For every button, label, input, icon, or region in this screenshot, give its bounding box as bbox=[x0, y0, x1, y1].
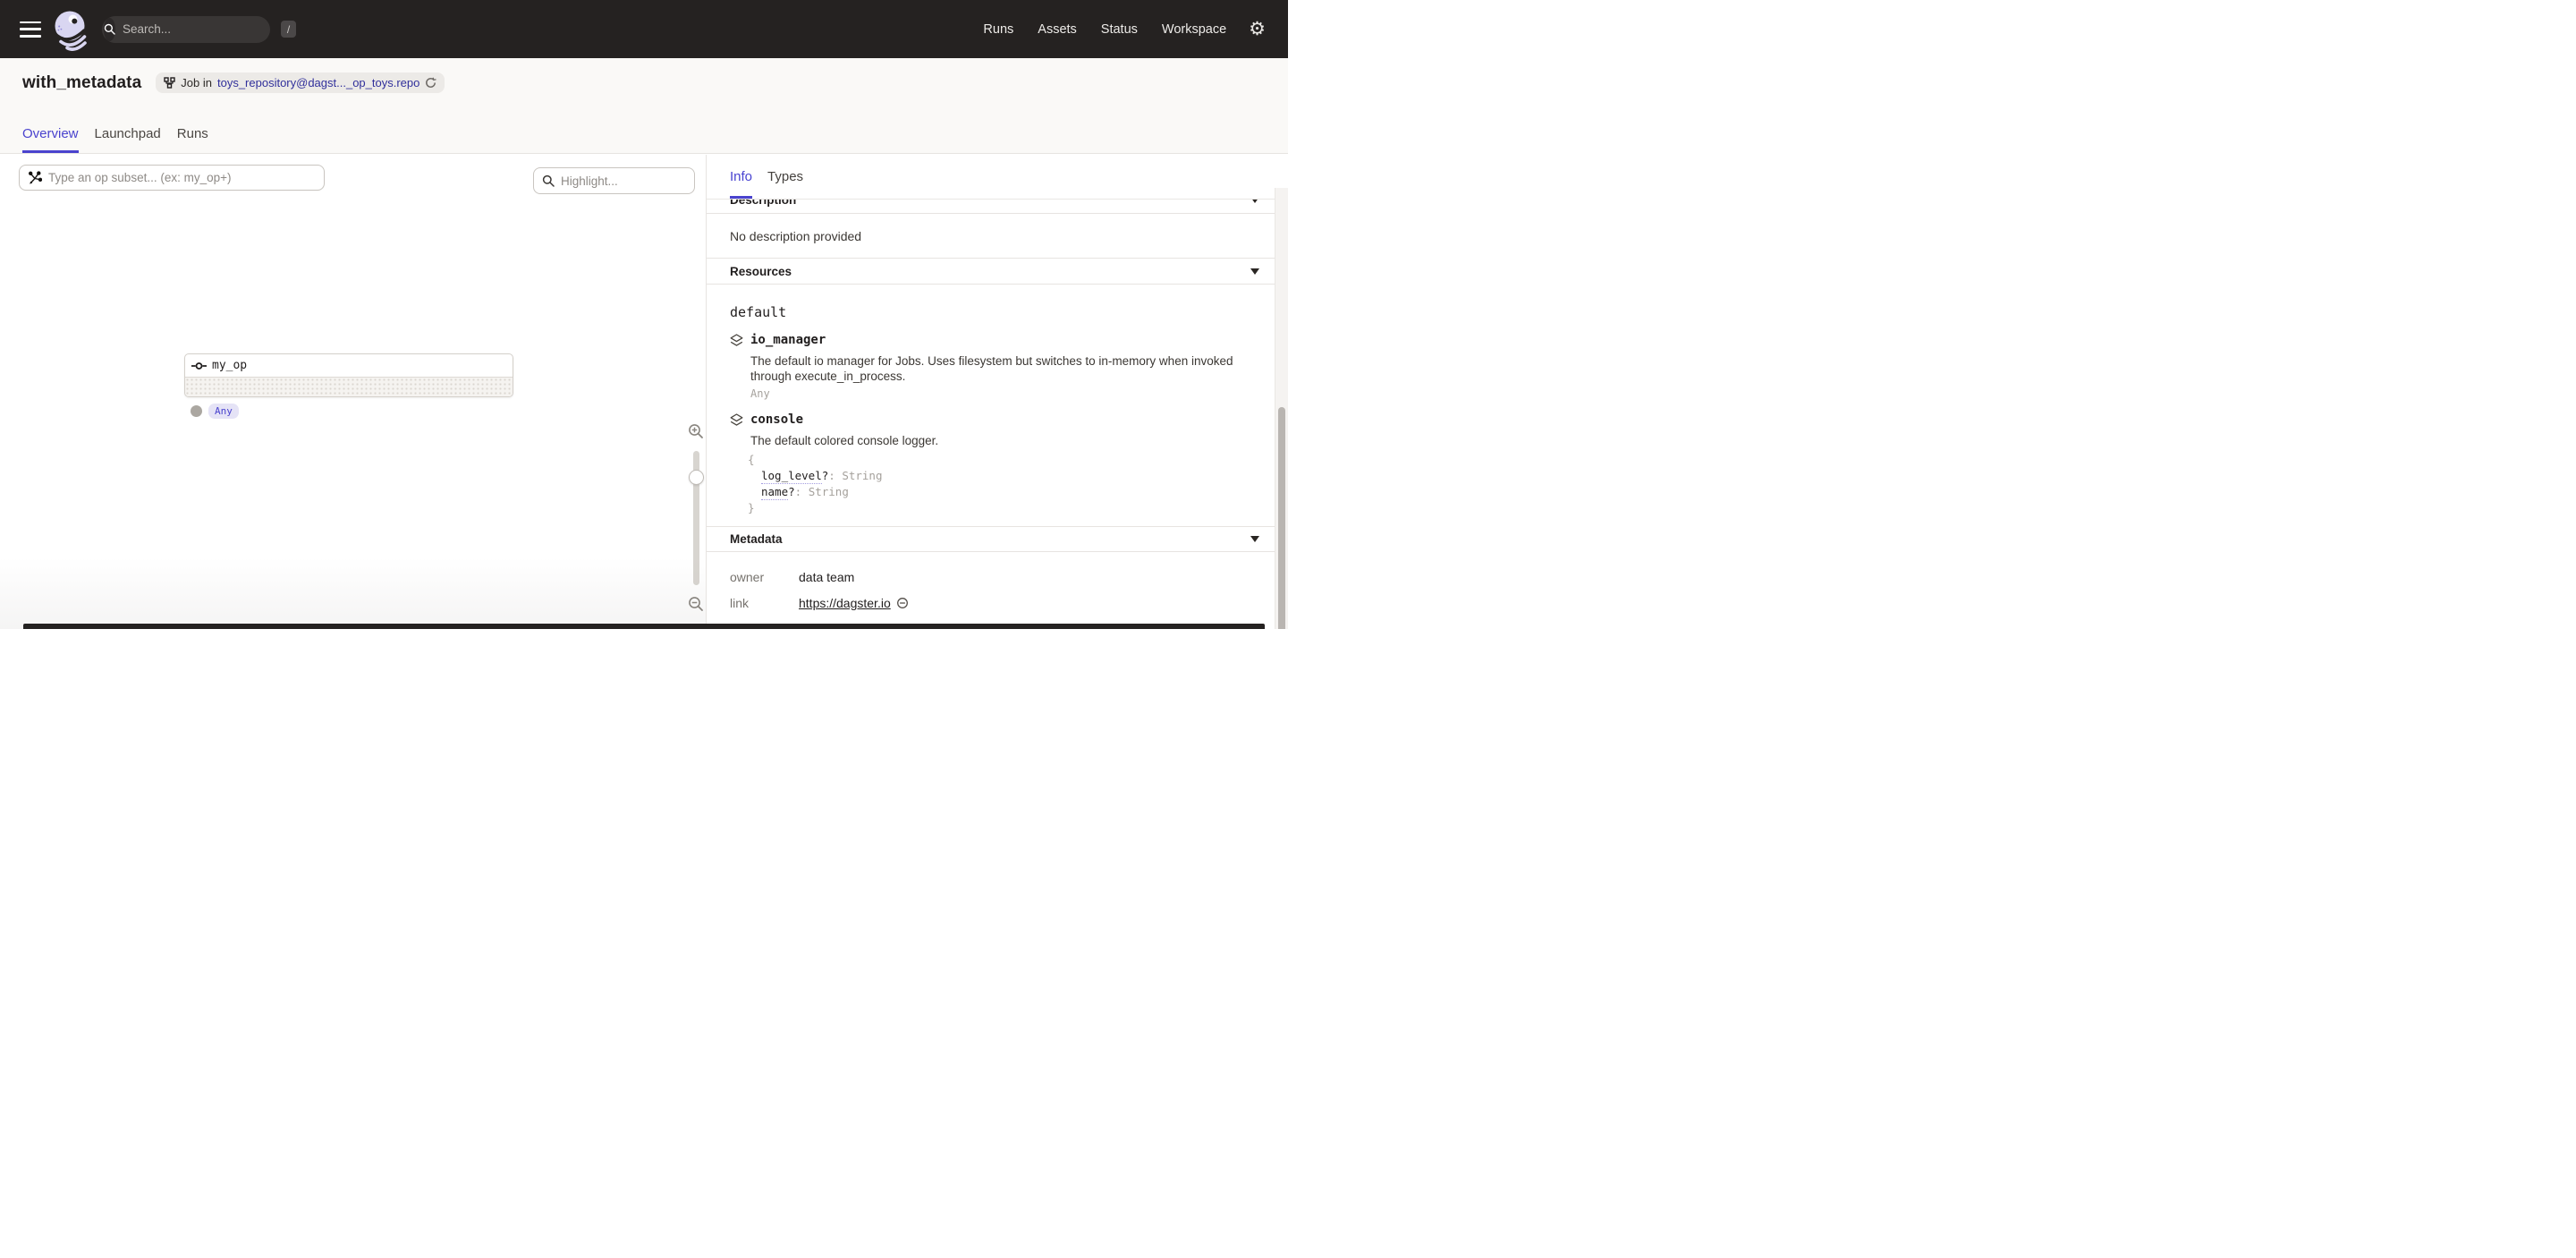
search-shortcut-key: / bbox=[281, 21, 296, 38]
page-title: with_metadata bbox=[22, 73, 141, 93]
config-field: log_level?: String bbox=[748, 468, 1251, 484]
metadata-header-label: Metadata bbox=[730, 532, 783, 546]
resource-item-console: console The default colored console logg… bbox=[730, 412, 1251, 516]
tab-launchpad[interactable]: Launchpad bbox=[95, 114, 161, 153]
description-body: No description provided bbox=[707, 214, 1275, 259]
op-commit-icon bbox=[191, 361, 207, 370]
resource-description: The default io manager for Jobs. Uses fi… bbox=[750, 353, 1251, 384]
job-badge-prefix: Job in bbox=[181, 76, 212, 89]
tab-runs[interactable]: Runs bbox=[177, 114, 208, 153]
nav-links: Runs Assets Status Workspace bbox=[983, 22, 1226, 37]
config-brace-close: } bbox=[748, 500, 1251, 516]
page-header: with_metadata Job in toys_repository@dag… bbox=[0, 58, 1288, 154]
link-chain-icon bbox=[896, 597, 909, 609]
zoom-slider[interactable] bbox=[693, 451, 699, 585]
search-input[interactable] bbox=[123, 22, 281, 36]
repository-link[interactable]: toys_repository@dagst..._op_toys.repo bbox=[217, 76, 419, 89]
section-header-metadata[interactable]: Metadata bbox=[707, 526, 1275, 552]
description-header-label: Description bbox=[730, 200, 796, 207]
op-node-name: my_op bbox=[212, 359, 247, 372]
resource-name: io_manager bbox=[750, 333, 826, 347]
op-selector-icon bbox=[28, 171, 42, 185]
metadata-value: data team bbox=[799, 570, 854, 584]
layers-icon bbox=[730, 413, 743, 427]
resource-group-name: default bbox=[730, 304, 1251, 320]
nav-link-workspace[interactable]: Workspace bbox=[1162, 22, 1226, 37]
tab-types[interactable]: Types bbox=[767, 155, 803, 199]
settings-gear-icon[interactable]: ⚙ bbox=[1249, 20, 1266, 38]
section-header-resources[interactable]: Resources bbox=[707, 259, 1275, 285]
top-navbar: / Runs Assets Status Workspace ⚙ bbox=[0, 0, 1288, 58]
scrollbar-thumb[interactable] bbox=[1278, 407, 1285, 629]
zoom-out-icon[interactable] bbox=[688, 596, 704, 612]
metadata-row-owner: owner data team bbox=[730, 570, 1251, 584]
metadata-link[interactable]: https://dagster.io bbox=[799, 596, 909, 610]
highlight-filter[interactable] bbox=[533, 167, 695, 194]
resources-body: default io_manager The default io bbox=[707, 285, 1275, 526]
highlight-search-icon bbox=[542, 174, 555, 187]
op-graph-panel: my_op Any bbox=[0, 155, 707, 629]
config-key[interactable]: name bbox=[761, 485, 788, 500]
metadata-key: link bbox=[730, 596, 799, 610]
tab-overview[interactable]: Overview bbox=[22, 114, 79, 153]
section-header-description[interactable]: Description bbox=[707, 200, 1275, 214]
chevron-down-icon bbox=[1250, 268, 1259, 275]
resource-config-schema: { log_level?: String name?: String } bbox=[748, 452, 1251, 516]
hamburger-menu-icon[interactable] bbox=[20, 21, 41, 38]
window-bottom-edge bbox=[23, 624, 1265, 629]
config-brace-open: { bbox=[748, 452, 1251, 468]
metadata-row-link: link https://dagster.io bbox=[730, 596, 1251, 610]
graph-zoom-control bbox=[682, 423, 707, 612]
op-node-body bbox=[185, 378, 513, 397]
resource-name: console bbox=[750, 412, 803, 427]
job-info-sidebar: Info Types Description No description pr… bbox=[707, 155, 1288, 629]
sidebar-scrollbar[interactable] bbox=[1275, 188, 1288, 629]
job-location-badge: Job in toys_repository@dagst..._op_toys.… bbox=[156, 72, 445, 93]
sidebar-scroll-area: Description No description provided Reso… bbox=[707, 200, 1275, 629]
reload-repository-icon[interactable] bbox=[425, 77, 436, 89]
layers-icon bbox=[730, 334, 743, 347]
op-node-my-op[interactable]: my_op bbox=[184, 353, 513, 397]
resource-item-io-manager: io_manager The default io manager for Jo… bbox=[730, 333, 1251, 400]
nav-link-assets[interactable]: Assets bbox=[1038, 22, 1077, 37]
job-graph-icon bbox=[164, 77, 175, 89]
tab-info[interactable]: Info bbox=[730, 155, 752, 199]
zoom-slider-handle[interactable] bbox=[689, 470, 704, 485]
metadata-key: owner bbox=[730, 570, 799, 584]
output-type-badge[interactable]: Any bbox=[208, 404, 239, 419]
highlight-input[interactable] bbox=[561, 174, 707, 188]
dagster-app: / Runs Assets Status Workspace ⚙ with_me… bbox=[0, 0, 1288, 629]
dagster-logo-icon[interactable] bbox=[53, 11, 89, 52]
config-key[interactable]: log_level bbox=[761, 469, 822, 484]
metadata-body: owner data team link https://dagster.io bbox=[707, 552, 1275, 628]
search-icon bbox=[104, 18, 115, 41]
resource-config-type: Any bbox=[750, 387, 1251, 400]
global-search[interactable]: / bbox=[102, 16, 270, 43]
job-view-tabs: Overview Launchpad Runs bbox=[22, 114, 208, 153]
nav-link-status[interactable]: Status bbox=[1101, 22, 1138, 37]
resource-description: The default colored console logger. bbox=[750, 433, 1251, 448]
graph-bottom-fade bbox=[0, 557, 706, 629]
zoom-in-icon[interactable] bbox=[688, 423, 704, 439]
resources-header-label: Resources bbox=[730, 265, 792, 278]
chevron-down-icon bbox=[1250, 200, 1259, 203]
op-output-port[interactable] bbox=[191, 405, 202, 417]
op-subset-input[interactable] bbox=[48, 171, 316, 184]
sidebar-tabs: Info Types bbox=[707, 155, 1288, 200]
op-subset-filter[interactable] bbox=[19, 165, 325, 191]
config-field: name?: String bbox=[748, 484, 1251, 500]
nav-link-runs[interactable]: Runs bbox=[983, 22, 1013, 37]
chevron-down-icon bbox=[1250, 536, 1259, 542]
